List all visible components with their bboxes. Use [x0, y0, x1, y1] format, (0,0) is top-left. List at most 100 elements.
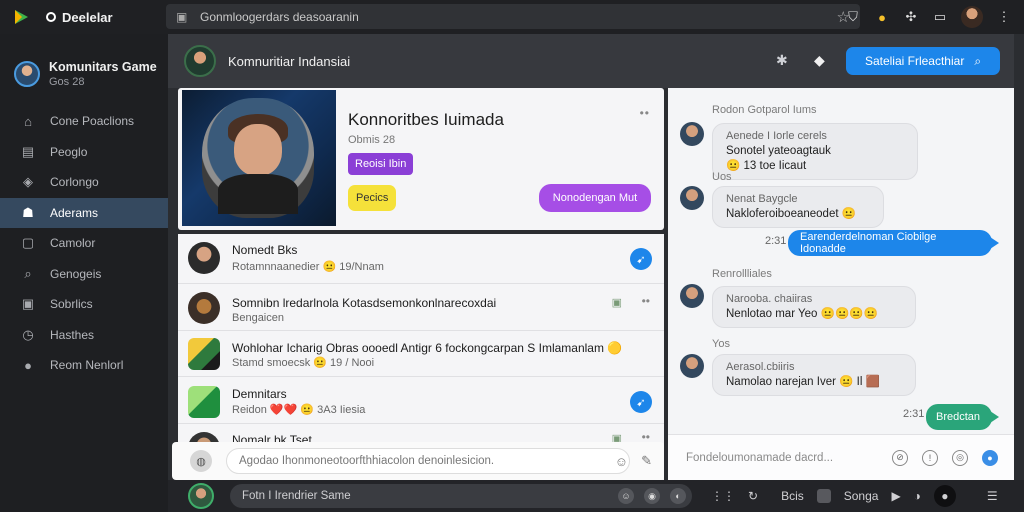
play-logo-icon: [8, 4, 34, 30]
search-button[interactable]: Sateliai Frleacthiar ⌕: [846, 47, 1000, 75]
people-icon: ▤: [21, 143, 35, 159]
list-icon: ▣: [21, 296, 35, 312]
profile-card: Konnoritbes Iuimada Obmis 28 Reoisi Ibin…: [178, 88, 664, 230]
users-icon: ☗: [22, 204, 34, 220]
chat-message: Narooba. chaiiras Nenlotao mar Yeo 😐😐😐😐: [712, 286, 916, 328]
lock-icon: ▣: [176, 9, 188, 24]
profile-tag[interactable]: Reoisi Ibin: [348, 153, 414, 175]
chat-avatar: [680, 354, 704, 378]
sidebar-header: Komunitars Game Gos 28: [0, 34, 168, 100]
chat-message: Aenede I Iorle cerels Sonotel yateoagtau…: [712, 123, 918, 180]
compose-bar: ◍ Agodao Ihonmoneotoorfthhiacolon denoin…: [172, 442, 664, 480]
chat-outgoing-message: Bredctan: [926, 404, 999, 430]
more-icon[interactable]: ••: [640, 106, 650, 120]
share-icon[interactable]: ➹: [630, 391, 652, 413]
pin-icon[interactable]: ▣: [612, 296, 622, 309]
menu-icon[interactable]: ☰: [987, 489, 998, 503]
toggle-icon[interactable]: ◑: [914, 489, 921, 503]
feed-item[interactable]: Demnitars Reidon ❤️❤️ 😐 3A3 Iiesia ➹: [178, 378, 664, 424]
chat-message: Nenat Baygcle Nakloferoiboeaneodet 😐: [712, 186, 884, 228]
grid-icon[interactable]: ⋮⋮: [711, 489, 735, 503]
menu-icon[interactable]: ⋮: [996, 9, 1012, 25]
browser-title: Deelelar: [46, 10, 113, 25]
url-text: Gonmloogerdars deasoaranin: [200, 9, 359, 24]
bottom-label-1[interactable]: Bcis: [781, 489, 804, 503]
feed-item[interactable]: Somnibn lredarlnola Kotasdsemonkonlnarec…: [178, 286, 664, 331]
compose-input[interactable]: Agodao Ihonmoneotoorfthhiacolon denoinle…: [226, 448, 630, 474]
chat-panel: Rodon Gotparol Iums Aenede I Iorle cerel…: [668, 88, 1014, 480]
profile-title: Konnoritbes Iuimada: [348, 110, 504, 129]
profile-avatar[interactable]: [961, 6, 983, 28]
sidebar-item-home[interactable]: ⌂ Cone Poaclions: [0, 106, 168, 137]
info-icon: ●: [24, 357, 32, 373]
feed-avatar: [188, 242, 220, 274]
tab-circle-icon: [46, 12, 56, 22]
sidebar-item-tag[interactable]: ◈ Corlongo: [0, 167, 168, 198]
globe-icon[interactable]: ◍: [190, 450, 212, 472]
profile-subtitle: Obmis 28: [348, 134, 396, 146]
sidebar-item-chat[interactable]: ▢ Camolor: [0, 228, 168, 259]
home-icon: ⌂: [24, 113, 32, 129]
bottom-input[interactable]: Fotn I Irendrier Same ☺ ◉ ◐: [230, 484, 692, 508]
address-bar[interactable]: ▣ Gonmloogerdars deasoaranin ☆: [166, 4, 860, 29]
compass-icon[interactable]: ⊘: [892, 449, 908, 466]
user-avatar[interactable]: [14, 61, 40, 87]
emoji-icon[interactable]: ☺: [618, 488, 634, 504]
emoji-icon[interactable]: ☺: [615, 454, 628, 469]
chat-avatar: [680, 284, 704, 308]
sidebar: Komunitars Game Gos 28 ⌂ Cone Poaclions ▤…: [0, 34, 168, 512]
bottom-bar: Fotn I Irendrier Same ☺ ◉ ◐ ⋮⋮ ↻ Bcis So…: [168, 480, 1024, 512]
attach-icon[interactable]: ✎: [641, 453, 652, 469]
refresh-icon[interactable]: ↻: [748, 489, 758, 503]
square-icon[interactable]: [816, 489, 831, 503]
search-icon: ⌕: [24, 265, 32, 281]
more-icon[interactable]: ••: [642, 294, 650, 308]
user-sub: Gos 28: [49, 76, 85, 88]
feed-avatar: [188, 338, 220, 370]
profile-banner-image: [182, 90, 336, 226]
settings-icon[interactable]: ✱: [776, 52, 788, 69]
profile-yellow-button[interactable]: Pecics: [348, 185, 397, 211]
profile-purple-button[interactable]: Nonodengan Mut: [539, 184, 651, 212]
feed-avatar: [188, 386, 220, 418]
send-icon[interactable]: ●: [982, 449, 998, 466]
sticker-icon[interactable]: ◐: [670, 488, 686, 504]
feed-item[interactable]: Nomedt Bks Rotamnnaanedier 😐 19/Nnam ➹: [178, 234, 664, 284]
chat-avatar: [680, 122, 704, 146]
sidebar-item-users[interactable]: ☗ Aderams: [0, 197, 168, 228]
main-header: Komnuritiar Indansiai ✱ ◆ Sateliai Frlea…: [168, 34, 1014, 88]
chat-icon: ▢: [21, 235, 35, 251]
sidebar-item-list[interactable]: ▣ Sobrlics: [0, 289, 168, 320]
browser-toolbar: ⛉ ● ✣ ▭ ⋮: [845, 6, 1012, 28]
window-icon[interactable]: ▭: [932, 9, 948, 25]
chat-input-bar: Fondeloumonamade dacrd... ⊘ ! ◎ ●: [668, 434, 1014, 480]
notification-icon[interactable]: ◆: [814, 52, 825, 69]
page-title: Komnuritiar Indansiai: [228, 53, 351, 69]
record-icon[interactable]: ●: [933, 485, 956, 507]
camera-icon[interactable]: ◎: [952, 449, 968, 466]
browser-bar: Deelelar ▣ Gonmloogerdars deasoaranin ☆ …: [0, 0, 1024, 34]
bottom-avatar[interactable]: [188, 483, 214, 509]
clock-icon: ◷: [22, 326, 34, 342]
search-icon: ⌕: [974, 53, 982, 68]
feed-item[interactable]: Wohlohar Icharig Obras oooedl Antigr 6 f…: [178, 332, 664, 377]
shield-icon[interactable]: ⛉: [845, 9, 861, 25]
chat-outgoing-message: Earenderdelnoman Ciobilge Idonadde: [788, 230, 999, 256]
play-icon[interactable]: ▶: [891, 489, 900, 503]
emoji-icon[interactable]: ●: [874, 9, 890, 25]
share-icon[interactable]: ➹: [630, 248, 652, 270]
puzzle-icon[interactable]: ✣: [903, 9, 919, 25]
bottom-label-2[interactable]: Songa: [844, 489, 879, 503]
community-avatar[interactable]: [184, 45, 216, 77]
sidebar-item-history[interactable]: ◷ Hasthes: [0, 320, 168, 351]
chat-input[interactable]: Fondeloumonamade dacrd...: [686, 452, 876, 464]
gif-icon[interactable]: ◉: [644, 488, 660, 504]
info-icon[interactable]: !: [922, 449, 938, 466]
feed-avatar: [188, 292, 220, 324]
chat-avatar: [680, 186, 704, 210]
tag-icon: ◈: [23, 174, 33, 190]
sidebar-item-search[interactable]: ⌕ Genogeis: [0, 259, 168, 290]
chat-message: Aerasol.cbiiris Namolao narejan Iver 😐 I…: [712, 354, 916, 396]
sidebar-item-people[interactable]: ▤ Peoglo: [0, 137, 168, 168]
sidebar-item-info[interactable]: ● Reom Nenlorl: [0, 350, 168, 381]
